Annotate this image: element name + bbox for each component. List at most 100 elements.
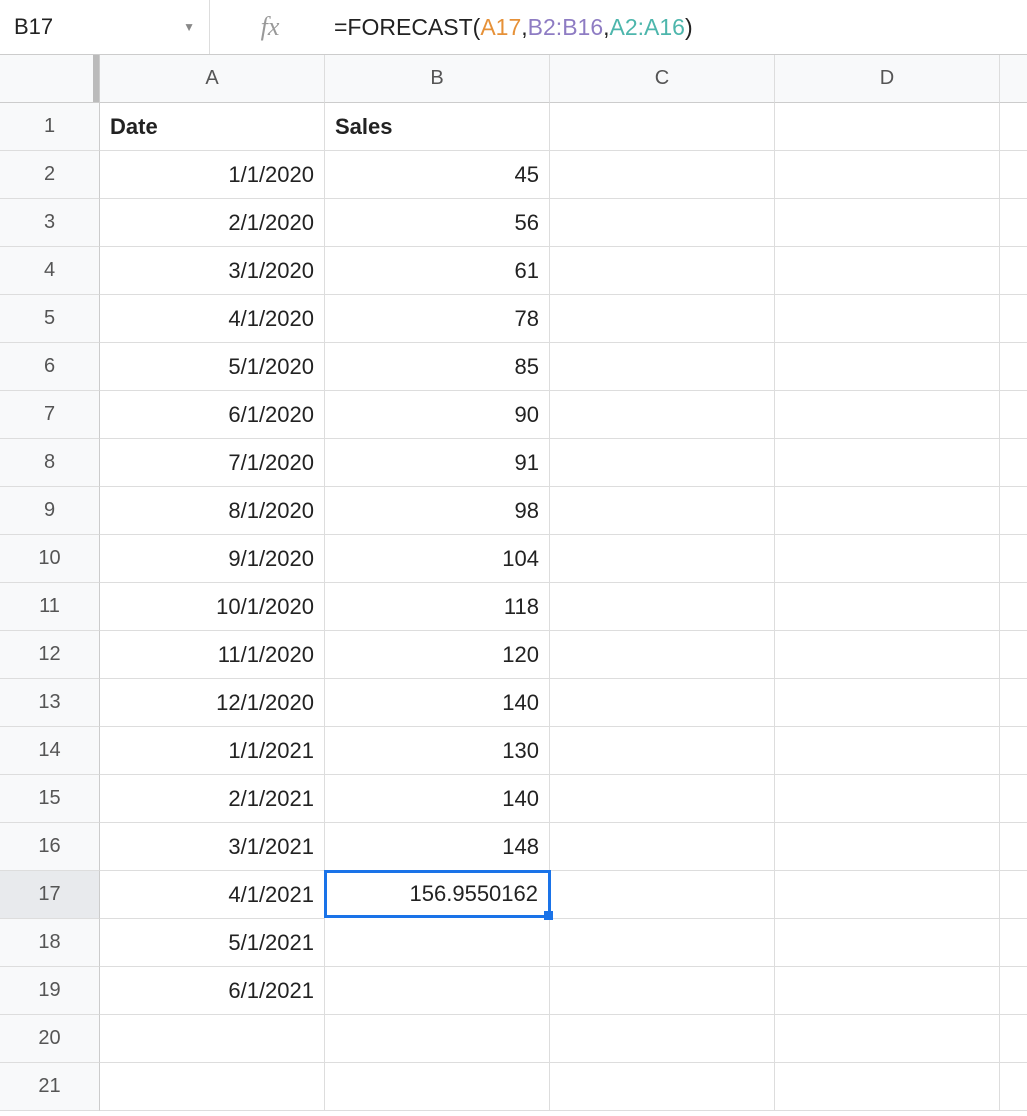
cell-A14[interactable]: 1/1/2021 bbox=[100, 727, 325, 775]
cell-D18[interactable] bbox=[775, 919, 1000, 967]
cell-D10[interactable] bbox=[775, 535, 1000, 583]
cell-D11[interactable] bbox=[775, 583, 1000, 631]
cell-B9[interactable]: 98 bbox=[325, 487, 550, 535]
cell-edge-4[interactable] bbox=[1000, 247, 1027, 295]
cell-edge-8[interactable] bbox=[1000, 439, 1027, 487]
cell-A8[interactable]: 7/1/2020 bbox=[100, 439, 325, 487]
cell-B16[interactable]: 148 bbox=[325, 823, 550, 871]
cell-C19[interactable] bbox=[550, 967, 775, 1015]
cell-D14[interactable] bbox=[775, 727, 1000, 775]
formula-input[interactable]: =FORECAST(A17, B2:B16, A2:A16) bbox=[330, 0, 1027, 54]
cell-B7[interactable]: 90 bbox=[325, 391, 550, 439]
cell-A10[interactable]: 9/1/2020 bbox=[100, 535, 325, 583]
cell-D3[interactable] bbox=[775, 199, 1000, 247]
cell-edge-14[interactable] bbox=[1000, 727, 1027, 775]
cell-B17[interactable]: 156.9550162 bbox=[324, 870, 551, 918]
cell-edge-7[interactable] bbox=[1000, 391, 1027, 439]
cell-A21[interactable] bbox=[100, 1063, 325, 1111]
cell-edge-21[interactable] bbox=[1000, 1063, 1027, 1111]
cell-B11[interactable]: 118 bbox=[325, 583, 550, 631]
cell-C10[interactable] bbox=[550, 535, 775, 583]
cell-edge-11[interactable] bbox=[1000, 583, 1027, 631]
name-box-dropdown-icon[interactable]: ▼ bbox=[183, 20, 195, 34]
cell-C18[interactable] bbox=[550, 919, 775, 967]
cell-C15[interactable] bbox=[550, 775, 775, 823]
cell-D1[interactable] bbox=[775, 103, 1000, 151]
cell-B15[interactable]: 140 bbox=[325, 775, 550, 823]
cell-edge-13[interactable] bbox=[1000, 679, 1027, 727]
cell-C7[interactable] bbox=[550, 391, 775, 439]
row-header-9[interactable]: 9 bbox=[0, 487, 100, 535]
cell-B21[interactable] bbox=[325, 1063, 550, 1111]
cell-A12[interactable]: 11/1/2020 bbox=[100, 631, 325, 679]
row-header-13[interactable]: 13 bbox=[0, 679, 100, 727]
cell-C9[interactable] bbox=[550, 487, 775, 535]
cell-C6[interactable] bbox=[550, 343, 775, 391]
cell-A20[interactable] bbox=[100, 1015, 325, 1063]
col-header-D[interactable]: D bbox=[775, 55, 1000, 103]
row-header-21[interactable]: 21 bbox=[0, 1063, 100, 1111]
cell-D17[interactable] bbox=[775, 871, 1000, 919]
cell-A6[interactable]: 5/1/2020 bbox=[100, 343, 325, 391]
cell-C12[interactable] bbox=[550, 631, 775, 679]
cell-C21[interactable] bbox=[550, 1063, 775, 1111]
cell-C20[interactable] bbox=[550, 1015, 775, 1063]
cell-D2[interactable] bbox=[775, 151, 1000, 199]
row-header-1[interactable]: 1 bbox=[0, 103, 100, 151]
cell-B8[interactable]: 91 bbox=[325, 439, 550, 487]
cell-B2[interactable]: 45 bbox=[325, 151, 550, 199]
cell-C4[interactable] bbox=[550, 247, 775, 295]
cell-B1[interactable]: Sales bbox=[325, 103, 550, 151]
cell-D8[interactable] bbox=[775, 439, 1000, 487]
cell-C8[interactable] bbox=[550, 439, 775, 487]
cell-A4[interactable]: 3/1/2020 bbox=[100, 247, 325, 295]
cell-A11[interactable]: 10/1/2020 bbox=[100, 583, 325, 631]
cell-edge-20[interactable] bbox=[1000, 1015, 1027, 1063]
cell-A3[interactable]: 2/1/2020 bbox=[100, 199, 325, 247]
row-header-10[interactable]: 10 bbox=[0, 535, 100, 583]
cell-C17[interactable] bbox=[550, 871, 775, 919]
cell-A1[interactable]: Date bbox=[100, 103, 325, 151]
cell-B12[interactable]: 120 bbox=[325, 631, 550, 679]
row-header-3[interactable]: 3 bbox=[0, 199, 100, 247]
cell-A2[interactable]: 1/1/2020 bbox=[100, 151, 325, 199]
select-all-corner[interactable] bbox=[0, 55, 100, 103]
cell-edge-17[interactable] bbox=[1000, 871, 1027, 919]
cell-edge-10[interactable] bbox=[1000, 535, 1027, 583]
col-header-A[interactable]: A bbox=[100, 55, 325, 103]
row-header-17[interactable]: 17 bbox=[0, 871, 100, 919]
row-header-14[interactable]: 14 bbox=[0, 727, 100, 775]
cell-edge-2[interactable] bbox=[1000, 151, 1027, 199]
cell-edge-3[interactable] bbox=[1000, 199, 1027, 247]
cell-D12[interactable] bbox=[775, 631, 1000, 679]
cell-A13[interactable]: 12/1/2020 bbox=[100, 679, 325, 727]
cell-A5[interactable]: 4/1/2020 bbox=[100, 295, 325, 343]
row-header-4[interactable]: 4 bbox=[0, 247, 100, 295]
cell-edge-19[interactable] bbox=[1000, 967, 1027, 1015]
cell-B3[interactable]: 56 bbox=[325, 199, 550, 247]
cell-D6[interactable] bbox=[775, 343, 1000, 391]
cell-B4[interactable]: 61 bbox=[325, 247, 550, 295]
cell-C3[interactable] bbox=[550, 199, 775, 247]
col-header-B[interactable]: B bbox=[325, 55, 550, 103]
cell-edge-9[interactable] bbox=[1000, 487, 1027, 535]
cell-D4[interactable] bbox=[775, 247, 1000, 295]
cell-B20[interactable] bbox=[325, 1015, 550, 1063]
cell-B13[interactable]: 140 bbox=[325, 679, 550, 727]
cell-C5[interactable] bbox=[550, 295, 775, 343]
cell-edge-16[interactable] bbox=[1000, 823, 1027, 871]
cell-D19[interactable] bbox=[775, 967, 1000, 1015]
cell-C13[interactable] bbox=[550, 679, 775, 727]
row-header-6[interactable]: 6 bbox=[0, 343, 100, 391]
cell-B10[interactable]: 104 bbox=[325, 535, 550, 583]
cell-D21[interactable] bbox=[775, 1063, 1000, 1111]
cell-A18[interactable]: 5/1/2021 bbox=[100, 919, 325, 967]
cell-A19[interactable]: 6/1/2021 bbox=[100, 967, 325, 1015]
cell-edge-5[interactable] bbox=[1000, 295, 1027, 343]
cell-edge-15[interactable] bbox=[1000, 775, 1027, 823]
cell-A7[interactable]: 6/1/2020 bbox=[100, 391, 325, 439]
cell-edge-6[interactable] bbox=[1000, 343, 1027, 391]
cell-B6[interactable]: 85 bbox=[325, 343, 550, 391]
row-header-20[interactable]: 20 bbox=[0, 1015, 100, 1063]
row-header-18[interactable]: 18 bbox=[0, 919, 100, 967]
